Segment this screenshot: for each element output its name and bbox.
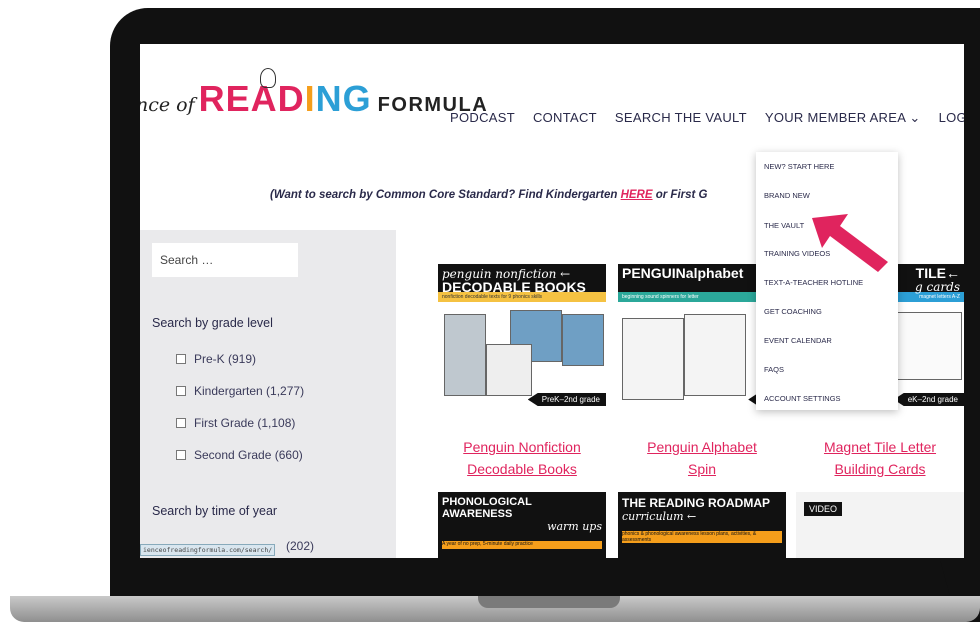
member-area-dropdown: NEW? START HERE BRAND NEW THE VAULT TRAI… [756, 152, 898, 410]
time-of-year-heading: Search by time of year [152, 504, 278, 518]
pointer-arrow-icon [812, 214, 888, 272]
filter-label: Second Grade (660) [194, 448, 303, 462]
grade-level-heading: Search by grade level [152, 316, 273, 330]
thumbnail [684, 314, 746, 396]
search-input[interactable]: Search … [152, 243, 298, 277]
filter-prek[interactable]: Pre-K (919) [176, 352, 256, 366]
thumbnail [444, 314, 486, 396]
row2-strip: phonics & phonological awareness lesson … [622, 531, 782, 543]
menu-brand-new[interactable]: BRAND NEW [764, 191, 810, 200]
menu-text-a-teacher[interactable]: TEXT-A-TEACHER HOTLINE [764, 278, 863, 287]
note-text: (Want to search by Common Core Standard?… [270, 189, 621, 201]
note-text-end: or First G [652, 189, 708, 201]
product-banner: penguin nonfiction ← DECODABLE BOOKS [438, 264, 606, 294]
main-nav: PODCAST CONTACT SEARCH THE VAULT YOUR ME… [450, 110, 964, 126]
product-video[interactable]: VIDEO [796, 492, 964, 558]
thumbnail [896, 312, 962, 380]
menu-account-settings[interactable]: ACCOUNT SETTINGS [764, 394, 841, 403]
row2-subtitle: warm ups [547, 520, 602, 533]
status-count: (202) [286, 539, 315, 553]
video-tag: VIDEO [804, 502, 843, 516]
checkbox[interactable] [176, 450, 186, 460]
common-core-note: (Want to search by Common Core Standard?… [270, 189, 707, 201]
browser-screen: nce of READING FORMULA PODCAST CONTACT S… [140, 44, 964, 558]
thumbnail [622, 318, 684, 400]
nav-contact[interactable]: CONTACT [533, 110, 597, 126]
filter-first-grade[interactable]: First Grade (1,108) [176, 416, 295, 430]
status-url: ienceofreadingformula.com/search/ [140, 544, 276, 556]
row2-title: PHONOLOGICAL AWARENESS [442, 496, 532, 520]
logo-script-text: nce of [140, 94, 195, 116]
menu-new-start-here[interactable]: NEW? START HERE [764, 162, 834, 171]
menu-the-vault[interactable]: THE VAULT [764, 221, 804, 230]
lightbulb-icon [260, 68, 276, 88]
sidebar: Search … Search by grade level Pre-K (91… [140, 230, 396, 558]
menu-faqs[interactable]: FAQS [764, 365, 784, 374]
filter-label: Kindergarten (1,277) [194, 384, 305, 398]
site-logo[interactable]: nce of READING FORMULA [140, 78, 488, 124]
product-link-penguin-nonfiction[interactable]: Penguin Nonfiction Decodable Books [438, 436, 606, 480]
grade-tag: PreK–2nd grade [527, 393, 606, 406]
nav-search-the-vault[interactable]: SEARCH THE VAULT [615, 110, 747, 126]
menu-event-calendar[interactable]: EVENT CALENDAR [764, 336, 832, 345]
thumbnail [562, 314, 604, 366]
menu-get-coaching[interactable]: GET COACHING [764, 307, 822, 316]
product-link-magnet-tile[interactable]: Magnet Tile Letter Building Cards [796, 436, 964, 480]
nav-log[interactable]: LOG [939, 110, 964, 126]
product-link-penguin-alphabet[interactable]: Penguin Alphabet Spin [618, 436, 786, 480]
filter-label: First Grade (1,108) [194, 416, 296, 430]
product-image-penguin-nonfiction[interactable]: penguin nonfiction ← DECODABLE BOOKS nonf… [438, 264, 606, 414]
nav-podcast[interactable]: PODCAST [450, 110, 515, 126]
product-phonological-awareness[interactable]: PHONOLOGICAL AWARENESS warm ups A year o… [438, 492, 606, 558]
row2-subtitle: curriculum ← [622, 510, 697, 523]
filter-second-grade[interactable]: Second Grade (660) [176, 448, 303, 462]
row2-title: THE READING ROADMAP [622, 496, 771, 510]
filter-kindergarten[interactable]: Kindergarten (1,277) [176, 384, 304, 398]
checkbox[interactable] [176, 418, 186, 428]
filter-label: Pre-K (919) [194, 352, 257, 366]
checkbox[interactable] [176, 354, 186, 364]
grade-tag: eK–2nd grade [893, 393, 964, 406]
logo-reading-text: READING [198, 78, 372, 119]
laptop-notch [478, 596, 620, 608]
product-reading-roadmap[interactable]: THE READING ROADMAP curriculum ← phonics… [618, 492, 786, 558]
kindergarten-here-link[interactable]: HERE [621, 189, 653, 201]
row2-strip: A year of no prep, 5-minute daily practi… [442, 541, 602, 549]
checkbox[interactable] [176, 386, 186, 396]
thumbnail [486, 344, 532, 396]
nav-your-member-area[interactable]: YOUR MEMBER AREA ⌄ [765, 110, 921, 126]
